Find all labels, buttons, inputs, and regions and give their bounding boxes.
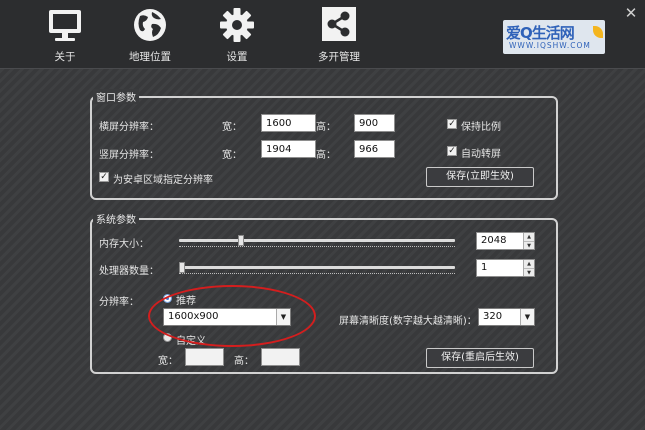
custom-height-input[interactable]	[261, 348, 300, 366]
memory-value: 2048	[481, 235, 507, 246]
spin-down-icon[interactable]: ▼	[524, 242, 534, 250]
landscape-width-input[interactable]	[261, 114, 316, 132]
gear-icon	[220, 8, 254, 42]
memory-label: 内存大小：	[99, 239, 149, 250]
memory-spinbox[interactable]: 2048 ▲ ▼	[476, 232, 535, 250]
clarity-select[interactable]: 320 ▼	[478, 308, 535, 326]
landscape-height-input[interactable]	[354, 114, 395, 132]
chevron-down-icon: ▼	[520, 309, 534, 325]
desktop-area-checkbox[interactable]: ✓	[99, 172, 109, 182]
share-icon	[322, 7, 356, 41]
multi-instance-button[interactable]: 多开管理	[303, 6, 375, 64]
close-icon[interactable]: ✕	[624, 6, 638, 21]
settings-label: 设置	[226, 51, 248, 63]
clarity-label: 屏幕清晰度(数字越大越清晰)：	[339, 316, 477, 327]
globe-icon	[134, 9, 166, 41]
system-params-title: 系统参数	[93, 211, 139, 226]
cpu-label: 处理器数量：	[99, 266, 159, 277]
auto-rotate-label: 自动转屏	[461, 149, 501, 160]
cpu-spin-arrows: ▲ ▼	[523, 260, 534, 276]
save-restart-button[interactable]: 保存(重启后生效)	[426, 348, 534, 368]
resolution-select-value: 1600x900	[168, 311, 219, 322]
memory-slider-ticks	[179, 242, 455, 247]
toolbar: 关于 地理位置 设置 多开管理 爱Q生活网 WWW.IQSHW.COM ✕	[0, 0, 645, 69]
custom-label: 自定义	[176, 336, 206, 347]
about-button[interactable]: 关于	[29, 6, 101, 64]
landscape-width-label: 宽：	[222, 122, 242, 133]
portrait-width-label: 宽：	[222, 150, 242, 161]
portrait-width-input[interactable]	[261, 140, 316, 158]
auto-rotate-checkbox[interactable]: ✓	[447, 146, 457, 156]
leaf-icon	[593, 26, 603, 38]
cpu-spinbox[interactable]: 1 ▲ ▼	[476, 259, 535, 277]
location-label: 地理位置	[129, 51, 171, 63]
clarity-select-value: 320	[483, 311, 503, 322]
save-immediate-button[interactable]: 保存(立即生效)	[426, 167, 534, 187]
multi-instance-label: 多开管理	[318, 51, 360, 63]
recommended-label: 推荐	[176, 296, 196, 307]
window-params-title: 窗口参数	[93, 89, 139, 104]
resolution-select[interactable]: 1600x900 ▼	[163, 308, 291, 326]
keep-ratio-checkbox[interactable]: ✓	[447, 119, 457, 129]
landscape-height-label: 高：	[316, 122, 336, 133]
memory-spin-arrows: ▲ ▼	[523, 233, 534, 249]
portrait-label: 竖屏分辨率：	[99, 150, 159, 161]
chevron-down-icon: ▼	[276, 309, 290, 325]
cpu-value: 1	[481, 262, 488, 273]
custom-width-input[interactable]	[185, 348, 224, 366]
memory-slider-thumb[interactable]	[238, 235, 245, 246]
watermark-logo: 爱Q生活网 WWW.IQSHW.COM	[503, 20, 605, 54]
cpu-slider-ticks	[179, 269, 455, 274]
desktop-area-label: 为安卓区域指定分辨率	[113, 175, 213, 186]
custom-width-label: 宽：	[158, 356, 178, 367]
portrait-height-input[interactable]	[354, 140, 395, 158]
portrait-height-label: 高：	[316, 150, 336, 161]
logo-url: WWW.IQSHW.COM	[509, 41, 591, 50]
custom-radio[interactable]	[163, 333, 172, 342]
spin-up-icon[interactable]: ▲	[524, 260, 534, 269]
resolution-label: 分辨率：	[99, 297, 139, 308]
cpu-slider-thumb[interactable]	[179, 262, 185, 273]
spin-up-icon[interactable]: ▲	[524, 233, 534, 242]
recommended-radio[interactable]	[163, 294, 172, 303]
settings-button[interactable]: 设置	[201, 6, 273, 64]
monitor-icon	[49, 10, 81, 41]
location-button[interactable]: 地理位置	[114, 6, 186, 64]
keep-ratio-label: 保持比例	[461, 122, 501, 133]
landscape-label: 横屏分辨率：	[99, 122, 159, 133]
about-label: 关于	[54, 51, 76, 63]
spin-down-icon[interactable]: ▼	[524, 269, 534, 277]
custom-height-label: 高：	[234, 356, 254, 367]
logo-brand: 爱Q生活网	[506, 24, 575, 42]
